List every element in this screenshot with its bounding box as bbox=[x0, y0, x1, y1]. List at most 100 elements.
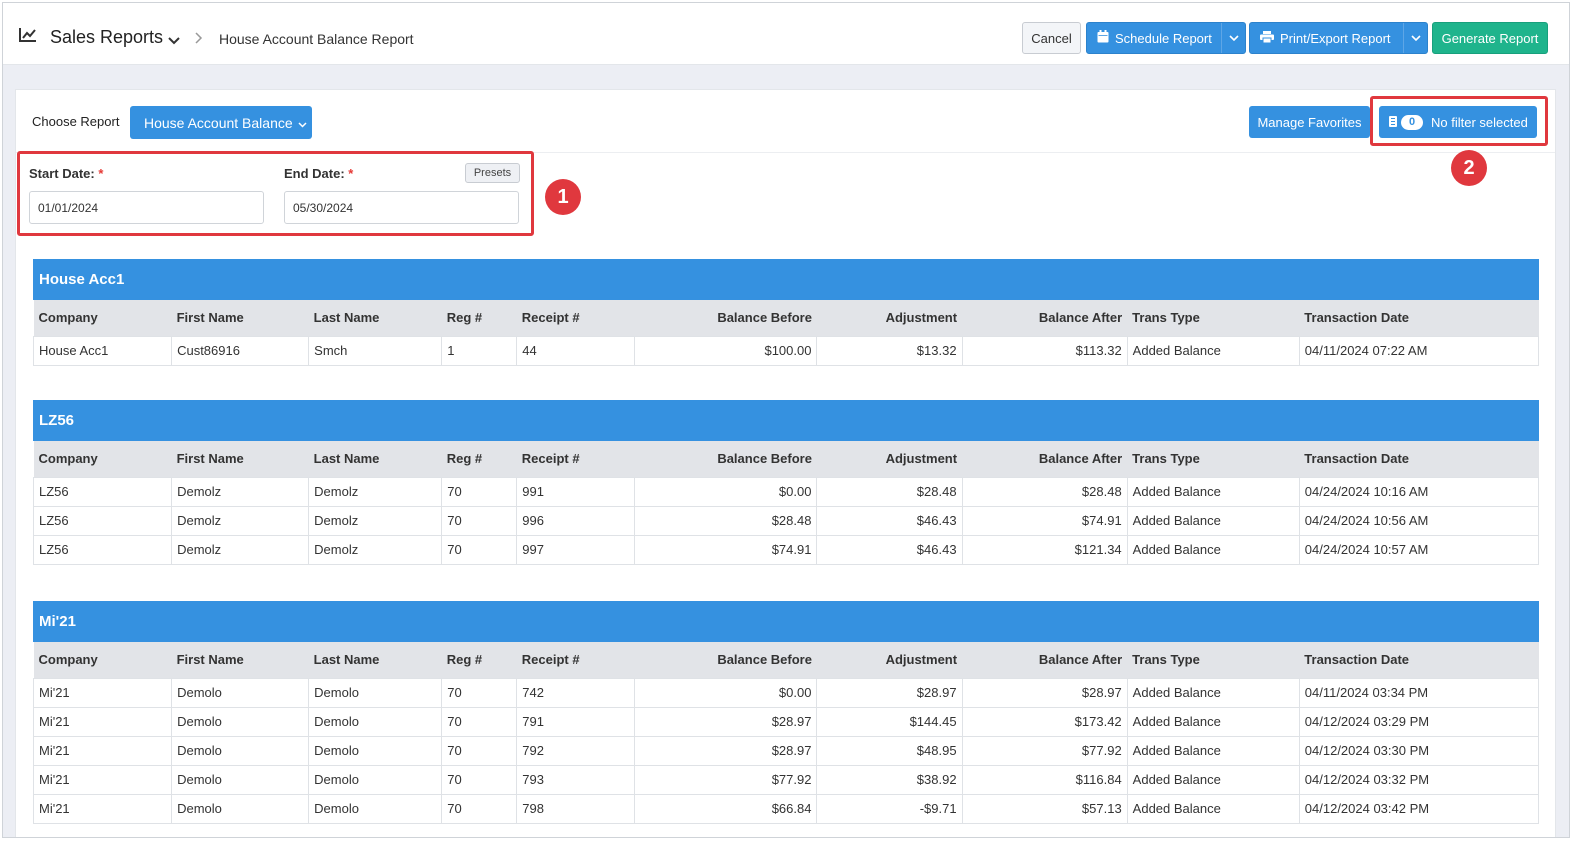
marker-1: 1 bbox=[545, 179, 581, 215]
table-cell: $121.34 bbox=[961, 534, 1128, 565]
table-row[interactable]: Mi'21 Demolo Demolo 70 791 $28.97 $144.45 $173.… bbox=[32, 706, 1540, 737]
table-cell: 04/12/2024 03:29 PM bbox=[1298, 706, 1540, 737]
report-card: Choose Report House Account Balance Mana… bbox=[15, 89, 1556, 837]
table-cell: $46.43 bbox=[816, 534, 963, 565]
table-cell: 04/12/2024 03:42 PM bbox=[1298, 793, 1540, 824]
column-header[interactable]: Reg # bbox=[441, 441, 517, 477]
column-header[interactable]: Trans Type bbox=[1127, 441, 1300, 477]
top-bar: Sales Reports House Account Balance Repo… bbox=[3, 3, 1569, 65]
table-cell: 04/11/2024 03:34 PM bbox=[1298, 677, 1540, 708]
table-row[interactable]: Mi'21 Demolo Demolo 70 742 $0.00 $28.97 $28.97 A… bbox=[32, 677, 1540, 708]
column-header[interactable]: Company bbox=[33, 300, 172, 336]
column-header[interactable]: Trans Type bbox=[1127, 300, 1300, 336]
table-cell: Added Balance bbox=[1126, 505, 1300, 536]
column-header[interactable]: Balance Before bbox=[634, 300, 817, 336]
report-select-dropdown[interactable]: House Account Balance bbox=[130, 106, 312, 139]
table-cell: Demolo bbox=[171, 677, 310, 708]
column-header[interactable]: Balance Before bbox=[634, 441, 817, 477]
table-cell: $48.95 bbox=[816, 735, 963, 766]
manage-favorites-label: Manage Favorites bbox=[1257, 114, 1362, 130]
table-cell: $66.84 bbox=[634, 793, 818, 824]
table-row[interactable]: House Acc1 Cust86916 Smch 1 44 $100.00 $13.32 $… bbox=[32, 335, 1540, 366]
column-header[interactable]: First Name bbox=[171, 642, 309, 678]
print-export-button[interactable]: Print/Export Report bbox=[1249, 22, 1428, 54]
schedule-report-button[interactable]: Schedule Report bbox=[1086, 22, 1246, 54]
table-cell: 798 bbox=[516, 793, 636, 824]
table-cell: Demolo bbox=[308, 706, 443, 737]
column-header[interactable]: Adjustment bbox=[816, 441, 963, 477]
table-cell: Mi'21 bbox=[32, 706, 173, 737]
table-cell: 792 bbox=[516, 735, 636, 766]
table-cell: House Acc1 bbox=[32, 335, 173, 366]
table-cell: Demolo bbox=[171, 706, 310, 737]
table-cell: 04/12/2024 03:32 PM bbox=[1298, 764, 1540, 795]
table-row[interactable]: Mi'21 Demolo Demolo 70 792 $28.97 $48.95 $77.92… bbox=[32, 735, 1540, 766]
column-header[interactable]: Receipt # bbox=[516, 441, 635, 477]
column-header[interactable]: Balance Before bbox=[634, 642, 817, 678]
table-row[interactable]: LZ56 Demolz Demolz 70 991 $0.00 $28.48 $28.48 Ad… bbox=[32, 476, 1540, 507]
table-cell: $77.92 bbox=[961, 735, 1128, 766]
column-header[interactable]: Balance After bbox=[962, 642, 1128, 678]
table-cell: $74.91 bbox=[961, 505, 1128, 536]
column-header[interactable]: Transaction Date bbox=[1299, 300, 1539, 336]
report-group: House Acc1 Company First Name Last Name Reg … bbox=[32, 259, 1540, 366]
column-header[interactable]: Trans Type bbox=[1127, 642, 1300, 678]
report-group: LZ56 Company First Name Last Name Reg # Recei… bbox=[32, 400, 1540, 565]
table-cell: 70 bbox=[441, 764, 518, 795]
highlight-box-2 bbox=[1370, 96, 1548, 146]
table-header-row: Company First Name Last Name Reg # Receipt #… bbox=[33, 300, 1539, 336]
table-cell: Demolo bbox=[171, 764, 310, 795]
table-cell: 70 bbox=[441, 677, 518, 708]
table-cell: Mi'21 bbox=[32, 677, 173, 708]
column-header[interactable]: Last Name bbox=[308, 300, 442, 336]
choose-report-label: Choose Report bbox=[32, 114, 120, 129]
report-table: Company First Name Last Name Reg # Receipt #… bbox=[32, 441, 1540, 565]
column-header[interactable]: Transaction Date bbox=[1299, 642, 1539, 678]
column-header[interactable]: Balance After bbox=[962, 300, 1128, 336]
column-header[interactable]: Company bbox=[33, 441, 172, 477]
table-cell: 04/24/2024 10:57 AM bbox=[1298, 534, 1540, 565]
printer-icon bbox=[1260, 30, 1274, 46]
table-cell: Demolo bbox=[171, 735, 310, 766]
column-header[interactable]: Last Name bbox=[308, 642, 442, 678]
marker-2: 2 bbox=[1451, 150, 1487, 186]
column-header[interactable]: Last Name bbox=[308, 441, 442, 477]
table-cell: Demolz bbox=[308, 505, 443, 536]
table-row[interactable]: Mi'21 Demolo Demolo 70 793 $77.92 $38.92 $116.8… bbox=[32, 764, 1540, 795]
table-cell: 04/24/2024 10:56 AM bbox=[1298, 505, 1540, 536]
column-header[interactable]: Transaction Date bbox=[1299, 441, 1539, 477]
table-cell: Mi'21 bbox=[32, 793, 173, 824]
print-export-dropdown-toggle[interactable] bbox=[1403, 23, 1427, 53]
chevron-down-icon[interactable] bbox=[168, 32, 180, 50]
column-header[interactable]: Balance After bbox=[962, 441, 1128, 477]
generate-report-button[interactable]: Generate Report bbox=[1432, 22, 1548, 54]
column-header[interactable]: Reg # bbox=[441, 300, 517, 336]
column-header[interactable]: Adjustment bbox=[816, 300, 963, 336]
column-header[interactable]: Receipt # bbox=[516, 642, 635, 678]
table-cell: Added Balance bbox=[1126, 476, 1300, 507]
table-row[interactable]: Mi'21 Demolo Demolo 70 798 $66.84 -$9.71 $57.13… bbox=[32, 793, 1540, 824]
manage-favorites-button[interactable]: Manage Favorites bbox=[1249, 106, 1370, 138]
column-header[interactable]: Company bbox=[33, 642, 172, 678]
column-header[interactable]: First Name bbox=[171, 441, 309, 477]
column-header[interactable]: First Name bbox=[171, 300, 309, 336]
table-row[interactable]: LZ56 Demolz Demolz 70 996 $28.48 $46.43 $74.91 A… bbox=[32, 505, 1540, 536]
column-header[interactable]: Reg # bbox=[441, 642, 517, 678]
table-cell: 997 bbox=[516, 534, 636, 565]
generate-report-label: Generate Report bbox=[1441, 30, 1539, 46]
table-cell: Demolo bbox=[308, 677, 443, 708]
table-cell: 70 bbox=[441, 706, 518, 737]
cancel-button[interactable]: Cancel bbox=[1022, 22, 1081, 54]
print-export-label: Print/Export Report bbox=[1280, 30, 1391, 46]
table-cell: Demolz bbox=[171, 476, 310, 507]
column-header[interactable]: Adjustment bbox=[816, 642, 963, 678]
table-cell: Demolz bbox=[308, 534, 443, 565]
table-cell: Mi'21 bbox=[32, 735, 173, 766]
table-row[interactable]: LZ56 Demolz Demolz 70 997 $74.91 $46.43 $121.34… bbox=[32, 534, 1540, 565]
app-title[interactable]: Sales Reports bbox=[50, 27, 163, 48]
column-header[interactable]: Receipt # bbox=[516, 300, 635, 336]
table-cell: $28.97 bbox=[634, 706, 818, 737]
schedule-dropdown-toggle[interactable] bbox=[1221, 23, 1245, 53]
report-table: Company First Name Last Name Reg # Receipt #… bbox=[32, 642, 1540, 824]
report-group: Mi'21 Company First Name Last Name Reg # Rece… bbox=[32, 601, 1540, 824]
